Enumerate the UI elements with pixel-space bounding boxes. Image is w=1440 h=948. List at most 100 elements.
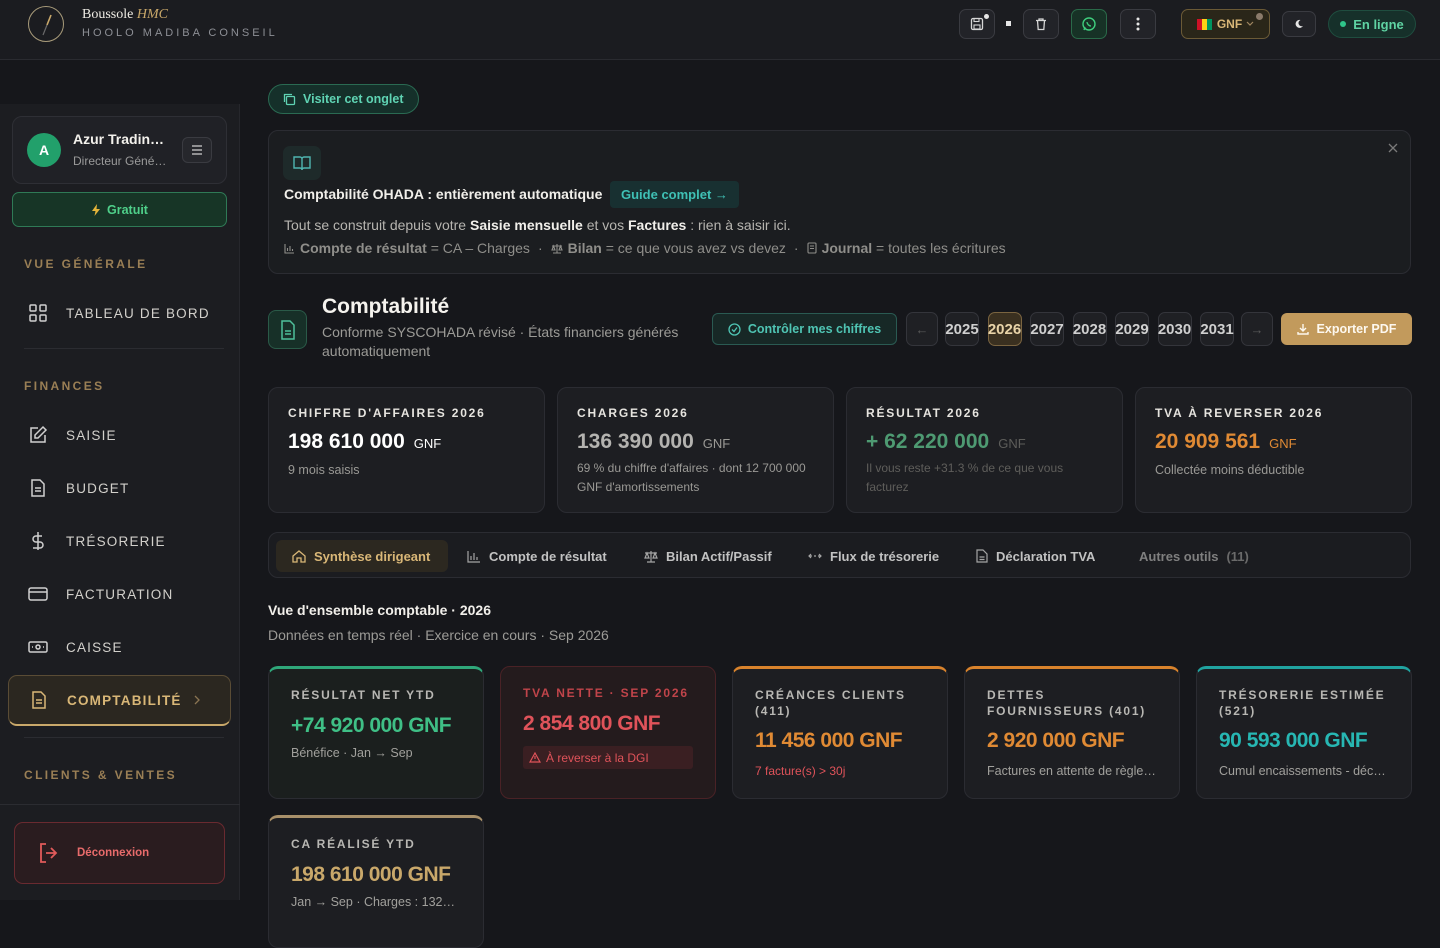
profile-role: Directeur Géné…: [73, 154, 167, 168]
kpi-title: RÉSULTAT 2026: [866, 406, 981, 420]
brand-subtitle: HOOLO MADIBA CONSEIL: [82, 27, 278, 39]
year-button-2027[interactable]: 2027: [1030, 312, 1064, 346]
tab-synthese[interactable]: Synthèse dirigeant: [276, 540, 448, 572]
card-payables: DETTES FOURNISSEURS (401) 2 920 000 GNF …: [964, 666, 1180, 799]
scale-icon: [550, 243, 563, 254]
sidebar-item-label: TABLEAU DE BORD: [66, 305, 210, 321]
year-button-2028[interactable]: 2028: [1072, 312, 1107, 346]
delete-button[interactable]: [1023, 9, 1059, 39]
year-button-2026[interactable]: 2026: [987, 312, 1022, 346]
year-next-button[interactable]: →: [1241, 312, 1273, 346]
profile-menu-button[interactable]: [182, 137, 212, 163]
divider: [24, 348, 224, 349]
online-status-label: En ligne: [1353, 16, 1404, 32]
tab-count: (11): [1226, 548, 1249, 564]
year-button-2031[interactable]: 2031: [1200, 312, 1234, 346]
sidebar-item-saisie[interactable]: SAISIE: [8, 410, 231, 460]
visit-tab-button[interactable]: Visiter cet onglet: [268, 84, 419, 114]
avatar: A: [27, 133, 61, 167]
sidebar-item-tresorerie[interactable]: TRÉSORERIE: [8, 516, 231, 566]
info-hints: Compte de résultat = CA – Charges · Bila…: [284, 240, 1006, 256]
scale-icon: [644, 550, 666, 563]
accounting-page-icon: [268, 310, 307, 349]
export-pdf-button[interactable]: Exporter PDF: [1281, 313, 1412, 345]
more-menu-button[interactable]: [1120, 9, 1156, 39]
vat-alert-badge: À reverser à la DGI: [523, 746, 693, 769]
visit-tab-label: Visiter cet onglet: [303, 92, 404, 106]
hamburger-icon: [191, 145, 203, 155]
card-value: 2 854 800 GNF: [523, 712, 661, 735]
plan-button[interactable]: Gratuit: [12, 192, 227, 227]
sidebar-item-facturation[interactable]: FACTURATION: [8, 569, 231, 619]
chevron-down-icon: [1246, 21, 1254, 27]
sidebar-item-caisse[interactable]: CAISSE: [8, 622, 231, 672]
profile-card[interactable]: A Azur Tradin… Directeur Géné…: [12, 116, 227, 184]
card-title: DETTES FOURNISSEURS (401): [987, 688, 1147, 718]
credit-card-icon: [28, 584, 66, 604]
overview-subtitle: Données en temps réel · Exercice en cour…: [268, 627, 609, 643]
top-bar: Boussole HMC HOOLO MADIBA CONSEIL GNF En…: [0, 0, 1440, 60]
kpi-value: 198 610 000: [288, 430, 405, 453]
section-finances-title: FINANCES: [24, 379, 105, 393]
document-icon: [976, 549, 996, 563]
book-icon: [283, 146, 321, 180]
kpi-value-row: 136 390 000 GNF: [577, 430, 730, 454]
card-note: 7 facture(s) > 30j: [755, 764, 846, 778]
trash-icon: [1034, 17, 1048, 31]
sidebar-item-budget[interactable]: BUDGET: [8, 463, 231, 513]
theme-toggle-button[interactable]: [1282, 11, 1316, 37]
kpi-value-row: 198 610 000 GNF: [288, 430, 441, 454]
dollar-icon: [28, 531, 66, 551]
tab-declaration-tva[interactable]: Déclaration TVA: [976, 540, 1095, 572]
year-button-2025[interactable]: 2025: [945, 312, 979, 346]
card-title: RÉSULTAT NET YTD: [291, 688, 436, 702]
tab-autres-outils[interactable]: Autres outils (11): [1139, 540, 1249, 572]
sidebar: A Azur Tradin… Directeur Géné… Gratuit V…: [0, 104, 240, 900]
sidebar-item-dashboard[interactable]: TABLEAU DE BORD: [8, 288, 231, 338]
save-button[interactable]: [959, 9, 995, 39]
currency-status-dot: [1256, 13, 1263, 20]
kpi-title: TVA À REVERSER 2026: [1155, 406, 1324, 420]
guide-button[interactable]: Guide complet →: [610, 181, 739, 208]
bar-chart-icon: [467, 550, 489, 563]
check-figures-button[interactable]: Contrôler mes chiffres: [712, 313, 897, 345]
profile-name: Azur Tradin…: [73, 131, 165, 147]
year-prev-button[interactable]: ←: [906, 312, 938, 346]
whatsapp-button[interactable]: [1071, 9, 1107, 39]
info-title: Comptabilité OHADA : entièrement automat…: [284, 186, 603, 202]
kpi-title: CHIFFRE D'AFFAIRES 2026: [288, 406, 486, 420]
plan-label: Gratuit: [107, 202, 148, 217]
currency-selector[interactable]: GNF: [1181, 9, 1270, 39]
kpi-unit: GNF: [702, 436, 731, 451]
card-note: Bénéfice · Jan → Sep: [291, 746, 413, 760]
kpi-note: 9 mois saisis: [288, 463, 360, 477]
logout-button[interactable]: Déconnexion: [14, 822, 225, 884]
tab-bilan[interactable]: Bilan Actif/Passif: [644, 540, 772, 572]
tab-flux-tresorerie[interactable]: Flux de trésorerie: [808, 540, 939, 572]
online-dot: [1340, 21, 1347, 27]
close-icon[interactable]: [1388, 143, 1398, 153]
overview-title: Vue d'ensemble comptable · 2026: [268, 602, 492, 618]
card-title: TVA NETTE · SEP 2026: [523, 686, 689, 700]
kpi-note: 69 % du chiffre d'affaires · dont 12 700…: [577, 461, 806, 494]
document-icon: [29, 690, 67, 710]
card-revenue-ytd: CA RÉALISÉ YTD 198 610 000 GNF Jan → Sep…: [268, 815, 484, 948]
sidebar-item-comptabilite[interactable]: COMPTABILITÉ: [8, 675, 231, 726]
moon-icon: [1294, 19, 1304, 29]
tab-compte-resultat[interactable]: Compte de résultat: [467, 540, 607, 572]
info-panel: Comptabilité OHADA : entièrement automat…: [268, 130, 1411, 274]
year-button-2029[interactable]: 2029: [1115, 312, 1149, 346]
year-button-2030[interactable]: 2030: [1157, 312, 1192, 346]
kpi-value-row: + 62 220 000 GNF: [866, 430, 1026, 454]
flow-arrows-icon: [808, 551, 830, 561]
kpi-unit: GNF: [1269, 436, 1297, 451]
sidebar-item-label: CAISSE: [66, 639, 123, 655]
main-content: Visiter cet onglet Comptabilité OHADA : …: [240, 60, 1440, 948]
card-value: 90 593 000 GNF: [1219, 729, 1368, 752]
more-vertical-icon: [1136, 17, 1140, 31]
logout-icon: [37, 841, 61, 865]
divider: [0, 804, 240, 805]
card-note: Factures en attente de règle…: [987, 764, 1156, 778]
card-value: 2 920 000 GNF: [987, 729, 1125, 752]
kpi-note: Collectée moins déductible: [1155, 463, 1305, 477]
